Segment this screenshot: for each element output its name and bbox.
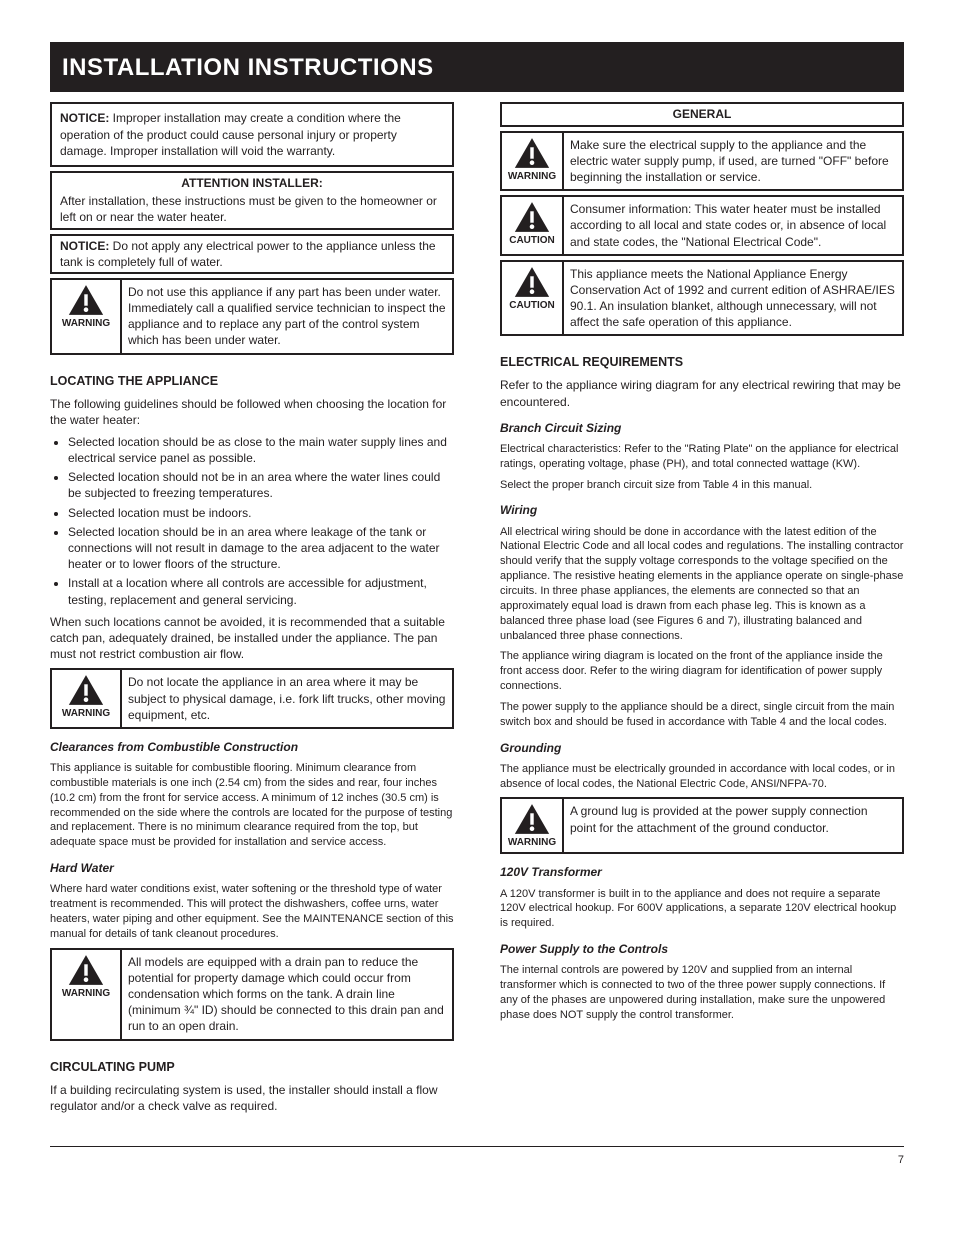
alert-triangle-icon: [513, 201, 551, 233]
caution-label: CAUTION: [509, 235, 555, 246]
locating-intro: The following guidelines should be follo…: [50, 396, 454, 428]
list-item: Selected location must be indoors.: [68, 505, 454, 521]
general-label: GENERAL: [673, 107, 732, 121]
hardwater-paragraph: Where hard water conditions exist, water…: [50, 882, 454, 941]
branch-paragraph-b: Select the proper branch circuit size fr…: [500, 478, 904, 493]
page-title: INSTALLATION INSTRUCTIONS: [62, 52, 892, 84]
warning-icon-cell: WARNING: [52, 950, 122, 1039]
heading-locating: LOCATING THE APPLIANCE: [50, 373, 454, 390]
alert-triangle-icon: [67, 284, 105, 316]
clearances-paragraph: This appliance is suitable for combustib…: [50, 761, 454, 850]
warning-underwater-box: WARNING Do not use this appliance if any…: [50, 278, 454, 355]
alert-triangle-icon: [513, 803, 551, 835]
controls-power-paragraph: The internal controls are powered by 120…: [500, 963, 904, 1022]
alert-triangle-icon: [513, 137, 551, 169]
warning-power-off-box: WARNING Make sure the electrical supply …: [500, 131, 904, 192]
page-number: 7: [898, 1153, 904, 1168]
heading-circ-pump: CIRCULATING PUMP: [50, 1059, 454, 1076]
notice-label: NOTICE:: [60, 111, 109, 125]
subheading-controls-power: Power Supply to the Controls: [500, 941, 904, 957]
warning-icon-cell: WARNING: [52, 670, 122, 727]
subheading-grounding: Grounding: [500, 740, 904, 756]
transformer-paragraph: A 120V transformer is built in to the ap…: [500, 887, 904, 932]
title-bar: INSTALLATION INSTRUCTIONS: [50, 42, 904, 92]
warning-physical-damage-box: WARNING Do not locate the appliance in a…: [50, 668, 454, 729]
subheading-wiring: Wiring: [500, 502, 904, 518]
circ-pump-paragraph: If a building recirculating system is us…: [50, 1082, 454, 1114]
locating-catchpan-note: When such locations cannot be avoided, i…: [50, 614, 454, 663]
left-column: NOTICE: Improper installation may create…: [50, 102, 454, 1120]
caution-icon-cell: CAUTION: [502, 197, 564, 254]
warning-text: Do not locate the appliance in an area w…: [122, 670, 452, 727]
grounding-paragraph: The appliance must be electrically groun…: [500, 762, 904, 792]
right-column: GENERAL WARNING Make sure the electrical…: [500, 102, 904, 1120]
list-item: Selected location should not be in an ar…: [68, 469, 454, 501]
warning-label: WARNING: [62, 708, 110, 719]
caution-energy-act-box: CAUTION This appliance meets the Nationa…: [500, 260, 904, 337]
caution-label: CAUTION: [509, 300, 555, 311]
warning-text: A ground lug is provided at the power su…: [564, 799, 902, 852]
caution-icon-cell: CAUTION: [502, 262, 564, 335]
subheading-clearances: Clearances from Combustible Construction: [50, 739, 454, 755]
wiring-paragraph-2: The appliance wiring diagram is located …: [500, 649, 904, 694]
warning-drainpan-box: WARNING All models are equipped with a d…: [50, 948, 454, 1041]
attention-label: ATTENTION INSTALLER:: [181, 176, 323, 190]
subheading-hardwater: Hard Water: [50, 860, 454, 876]
notice-no-power-box: NOTICE: Do not apply any electrical powe…: [50, 234, 454, 274]
warning-label: WARNING: [62, 318, 110, 329]
attention-text: After installation, these instructions m…: [60, 194, 437, 224]
list-item: Install at a location where all controls…: [68, 575, 454, 607]
warning-icon-cell: WARNING: [502, 133, 564, 190]
list-item: Selected location should be in an area w…: [68, 524, 454, 573]
electrical-intro: Refer to the appliance wiring diagram fo…: [500, 377, 904, 409]
alert-triangle-icon: [67, 954, 105, 986]
branch-paragraph-a: Electrical characteristics: Refer to the…: [500, 442, 904, 472]
heading-electrical: ELECTRICAL REQUIREMENTS: [500, 354, 904, 371]
wiring-paragraph-1: All electrical wiring should be done in …: [500, 525, 904, 644]
warning-ground-lug-box: WARNING A ground lug is provided at the …: [500, 797, 904, 854]
notice2-label: NOTICE:: [60, 239, 109, 253]
warning-label: WARNING: [62, 988, 110, 999]
warning-text: Make sure the electrical supply to the a…: [564, 133, 902, 190]
warning-label: WARNING: [508, 171, 556, 182]
two-column-layout: NOTICE: Improper installation may create…: [50, 102, 904, 1120]
warning-text: Do not use this appliance if any part ha…: [122, 280, 452, 353]
alert-triangle-icon: [67, 674, 105, 706]
general-header-box: GENERAL: [500, 102, 904, 126]
warning-icon-cell: WARNING: [502, 799, 564, 852]
caution-text: Consumer information: This water heater …: [564, 197, 902, 254]
notice-improper-install: NOTICE: Improper installation may create…: [50, 102, 454, 167]
warning-label: WARNING: [508, 837, 556, 848]
list-item: Selected location should be as close to …: [68, 434, 454, 466]
locating-bullet-list: Selected location should be as close to …: [50, 434, 454, 608]
subheading-transformer: 120V Transformer: [500, 864, 904, 880]
warning-icon-cell: WARNING: [52, 280, 122, 353]
page-footer: 7: [50, 1146, 904, 1168]
wiring-paragraph-3: The power supply to the appliance should…: [500, 700, 904, 730]
caution-codes-box: CAUTION Consumer information: This water…: [500, 195, 904, 256]
subheading-branch-circuit: Branch Circuit Sizing: [500, 420, 904, 436]
attention-installer-box: ATTENTION INSTALLER: After installation,…: [50, 171, 454, 230]
notice-text: Improper installation may create a condi…: [60, 111, 401, 157]
caution-text: This appliance meets the National Applia…: [564, 262, 902, 335]
warning-text: All models are equipped with a drain pan…: [122, 950, 452, 1039]
notice2-text: Do not apply any electrical power to the…: [60, 239, 436, 269]
alert-triangle-icon: [513, 266, 551, 298]
